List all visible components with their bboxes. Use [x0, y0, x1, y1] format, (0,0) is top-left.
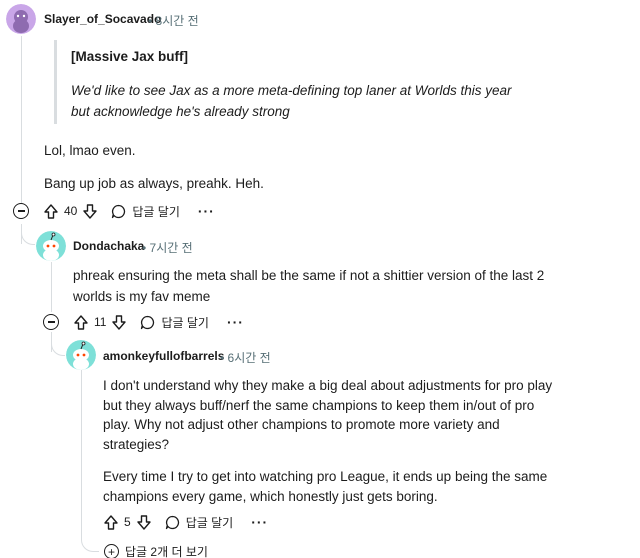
- vote-count: 40: [64, 204, 78, 218]
- avatar[interactable]: [66, 340, 96, 370]
- vote-count: 11: [94, 315, 107, 329]
- comment-author[interactable]: Dondachaka: [73, 239, 144, 253]
- comment-actions: 11 답글 달기 ···: [74, 312, 244, 332]
- comment-timestamp: • 8시간 전: [148, 12, 199, 29]
- quote-text: We'd like to see Jax as a more meta-defi…: [71, 83, 512, 119]
- more-options-button[interactable]: ···: [227, 315, 244, 329]
- separator-dot: •: [220, 351, 225, 365]
- comment-bubble-icon: [141, 315, 155, 329]
- more-replies-label: 답글 2개 더 보기: [125, 545, 208, 558]
- more-replies-button[interactable]: + 답글 2개 더 보기: [104, 543, 208, 558]
- thread-line-main: [21, 36, 22, 204]
- collapse-thread-button[interactable]: [43, 314, 59, 330]
- reply-label: 답글 달기: [132, 204, 180, 219]
- separator-dot: •: [142, 241, 147, 255]
- timestamp-text: 7시간 전: [149, 241, 193, 255]
- upvote-icon[interactable]: [104, 514, 118, 530]
- timestamp-text: 8시간 전: [155, 14, 199, 28]
- thread-curve-reply1: [21, 228, 35, 245]
- downvote-icon[interactable]: [83, 203, 98, 219]
- reply-label: 답글 달기: [185, 515, 234, 530]
- avatar[interactable]: [6, 4, 36, 34]
- snoo-avatar-icon: [6, 4, 36, 34]
- reply-label: 답글 달기: [161, 315, 209, 330]
- avatar[interactable]: [36, 231, 66, 261]
- separator-dot: •: [148, 14, 153, 28]
- thread-line-reply1: [51, 262, 52, 312]
- downvote-icon[interactable]: [112, 314, 127, 330]
- upvote-icon[interactable]: [44, 203, 58, 219]
- comment-bubble-icon: [165, 515, 179, 529]
- comment-author[interactable]: Slayer_of_Socavado: [44, 12, 161, 26]
- blockquote-bar: [54, 40, 57, 124]
- comment-paragraph: Lol, lmao even.: [44, 143, 136, 158]
- vote-count: 5: [124, 515, 131, 529]
- quote-title: [Massive Jax buff]: [71, 49, 189, 64]
- comment-actions: 5 답글 달기 ···: [104, 512, 268, 532]
- more-options-button[interactable]: ···: [251, 515, 268, 529]
- comment-author[interactable]: amonkeyfullofbarrels: [103, 349, 224, 363]
- snoo-avatar-icon: [36, 231, 66, 261]
- comment-timestamp: • 6시간 전: [220, 349, 271, 366]
- thread-curve-more: [81, 530, 99, 552]
- upvote-icon[interactable]: [74, 314, 88, 330]
- snoo-avatar-icon: [66, 340, 96, 370]
- thread-line-reply2: [81, 370, 82, 530]
- reply-button[interactable]: 답글 달기: [111, 203, 180, 220]
- comment-body: phreak ensuring the meta shall be the sa…: [73, 268, 545, 304]
- comment-paragraph: Bang up job as always, preahk. Heh.: [44, 176, 264, 191]
- collapse-thread-button[interactable]: [13, 203, 29, 219]
- more-options-button[interactable]: ···: [198, 204, 215, 218]
- plus-circle-icon: +: [104, 544, 119, 558]
- timestamp-text: 6시간 전: [227, 351, 271, 365]
- comment-paragraph: I don't understand why they make a big d…: [103, 378, 553, 452]
- downvote-icon[interactable]: [136, 514, 151, 530]
- reply-button[interactable]: 답글 달기: [140, 314, 209, 331]
- comment-paragraph: Every time I try to get into watching pr…: [103, 469, 548, 504]
- reply-button[interactable]: 답글 달기: [165, 514, 234, 531]
- thread-curve-reply2: [51, 336, 65, 356]
- comment-actions: 40 답글 달기 ···: [44, 201, 215, 221]
- comment-bubble-icon: [112, 204, 126, 218]
- comment-timestamp: • 7시간 전: [142, 239, 193, 256]
